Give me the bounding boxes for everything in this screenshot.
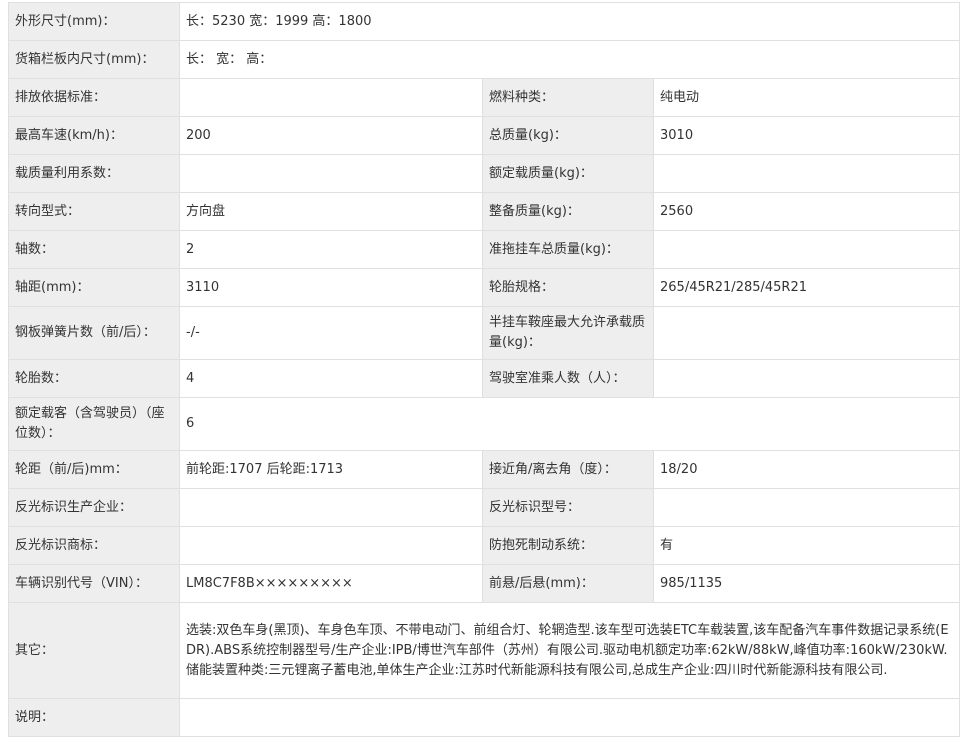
spec-value: 265/45R21/285/45R21 (652, 268, 961, 307)
spec-value (178, 698, 961, 737)
spec-value: 选装:双色车身(黑顶)、车身色车顶、不带电动门、前组合灯、轮辋造型.该车型可选装… (178, 602, 961, 699)
spec-label: 整备质量(kg)： (482, 192, 654, 231)
spec-label: 轮胎规格： (482, 268, 654, 307)
table-row: 载质量利用系数： 额定载质量(kg)： (8, 154, 961, 193)
spec-value (652, 488, 961, 527)
spec-label: 说明： (8, 698, 180, 737)
spec-label: 燃料种类： (482, 78, 654, 117)
spec-value: 前轮距:1707 后轮距:1713 (179, 450, 483, 489)
spec-label: 载质量利用系数： (8, 154, 180, 193)
spec-value: -/- (179, 306, 483, 360)
table-row: 额定载客（含驾驶员）（座位数）： 6 (8, 397, 961, 451)
table-row: 轴数： 2 准拖挂车总质量(kg)： (8, 230, 961, 269)
spec-label: 准拖挂车总质量(kg)： (482, 230, 654, 269)
spec-label: 反光标识型号： (482, 488, 654, 527)
spec-value (652, 154, 961, 193)
table-row: 最高车速(km/h)： 200 总质量(kg)： 3010 (8, 116, 961, 155)
spec-value (652, 306, 961, 360)
spec-value: 2 (179, 230, 483, 269)
spec-label: 轮胎数： (8, 359, 180, 398)
table-row: 转向型式： 方向盘 整备质量(kg)： 2560 (8, 192, 961, 231)
table-row: 轴距(mm)： 3110 轮胎规格： 265/45R21/285/45R21 (8, 268, 961, 307)
spec-value: LM8C7F8B××××××××× (179, 564, 483, 603)
spec-table-body: 外形尺寸(mm)： 长：5230 宽：1999 高：1800 货箱栏板内尺寸(mm)… (8, 2, 961, 737)
spec-label: 额定载质量(kg)： (482, 154, 654, 193)
table-row: 反光标识商标： 防抱死制动系统：有 (8, 526, 961, 565)
spec-value: 3010 (652, 116, 961, 155)
spec-value: 18/20 (652, 450, 961, 489)
table-row: 轮距（前/后)mm： 前轮距:1707 后轮距:1713 接近角/离去角（度）： 18… (8, 450, 961, 489)
spec-value: 方向盘 (179, 192, 483, 231)
table-row: 货箱栏板内尺寸(mm)： 长： 宽： 高： (8, 40, 961, 79)
spec-label: 转向型式： (8, 192, 180, 231)
spec-label: 驾驶室准乘人数（人）： (482, 359, 654, 398)
spec-label: 接近角/离去角（度）： (482, 450, 654, 489)
spec-label: 其它： (8, 602, 180, 699)
spec-value (179, 488, 483, 527)
spec-value: 985/1135 (652, 564, 961, 603)
spec-label: 货箱栏板内尺寸(mm)： (8, 40, 180, 79)
spec-label: 总质量(kg)： (482, 116, 654, 155)
table-row: 其它： 选装:双色车身(黑顶)、车身色车顶、不带电动门、前组合灯、轮辋造型.该车型… (8, 602, 961, 699)
spec-label: 轴距(mm)： (8, 268, 180, 307)
table-row: 外形尺寸(mm)： 长：5230 宽：1999 高：1800 (8, 2, 961, 41)
table-row: 排放依据标准： 燃料种类： 纯电动 (8, 78, 961, 117)
spec-value: 4 (179, 359, 483, 398)
spec-label: 车辆识别代号（VIN）： (8, 564, 180, 603)
spec-value (179, 526, 483, 565)
spec-value: 3110 (179, 268, 483, 307)
spec-label: 反光标识商标： (8, 526, 180, 565)
vehicle-spec-table: 外形尺寸(mm)： 长：5230 宽：1999 高：1800 货箱栏板内尺寸(mm)… (8, 2, 961, 737)
spec-label: 外形尺寸(mm)： (8, 2, 180, 41)
spec-value (179, 78, 483, 117)
spec-label: 最高车速(km/h)： (8, 116, 180, 155)
spec-value (652, 230, 961, 269)
table-row: 钢板弹簧片数（前/后）： -/- 半挂车鞍座最大允许承载质量(kg)： (8, 306, 961, 360)
spec-value (179, 154, 483, 193)
spec-label: 轴数： (8, 230, 180, 269)
spec-label: 额定载客（含驾驶员）（座位数）： (8, 397, 180, 451)
spec-value: 纯电动 (652, 78, 961, 117)
table-row: 反光标识生产企业： 反光标识型号： (8, 488, 961, 527)
spec-value: 200 (179, 116, 483, 155)
spec-value: 长：5230 宽：1999 高：1800 (178, 2, 961, 41)
spec-label: 反光标识生产企业： (8, 488, 180, 527)
table-row: 说明： (8, 698, 961, 737)
spec-label: 半挂车鞍座最大允许承载质量(kg)： (482, 306, 654, 360)
table-row: 车辆识别代号（VIN）： LM8C7F8B××××××××× 前悬/后悬(mm)： 9… (8, 564, 961, 603)
spec-label: 钢板弹簧片数（前/后）： (8, 306, 180, 360)
spec-label: 前悬/后悬(mm)： (482, 564, 654, 603)
spec-value: 长： 宽： 高： (178, 40, 961, 79)
table-row: 轮胎数： 4 驾驶室准乘人数（人）： (8, 359, 961, 398)
spec-value: 2560 (652, 192, 961, 231)
spec-label: 防抱死制动系统： (482, 526, 654, 565)
spec-label: 排放依据标准： (8, 78, 180, 117)
spec-value: 有 (652, 526, 961, 565)
spec-label: 轮距（前/后)mm： (8, 450, 180, 489)
spec-value (652, 359, 961, 398)
spec-value: 6 (178, 397, 961, 451)
